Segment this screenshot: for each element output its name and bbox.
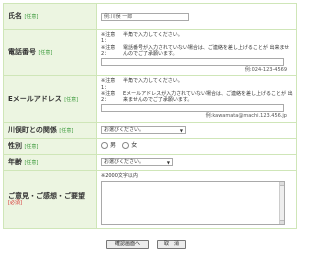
gender-optional-tag: [任意] [24,143,39,150]
age-value-cell: お選びください。 ▼ [96,153,297,171]
gender-value-cell: 男 女 [96,137,297,155]
age-optional-tag: [任意] [24,159,39,166]
dropdown-arrow-icon: ▼ [179,128,183,133]
name-input[interactable]: 例:川俣 一郎 [101,12,189,21]
phone-label: 電話番号 [8,48,36,57]
gender-male-label: 男 [110,142,117,150]
email-label: Eメールアドレス [8,94,62,103]
name-optional-tag: [任意] [24,14,39,21]
email-input[interactable] [101,104,284,113]
gender-label-cell: 性別 [任意] [3,137,97,155]
confirm-button[interactable]: 確認画面へ [106,240,149,249]
gender-label: 性別 [8,141,22,150]
scroll-up-icon[interactable] [280,181,284,186]
phone-example: 例:024-123-4569 [244,67,287,73]
name-value-cell: 例:川俣 一郎 [96,3,297,30]
relation-optional-tag: [任意] [59,127,74,134]
gender-female-radio[interactable] [122,142,130,150]
opinion-value-cell: ※2000文字以内 [96,169,297,229]
gender-male-radio[interactable] [101,142,108,150]
cancel-button[interactable]: 取 消 [157,240,186,249]
relation-select[interactable]: お選びください。 ▼ [101,126,186,134]
phone-input[interactable] [101,58,284,66]
inquiry-form: 氏名 [任意] 例:川俣 一郎 電話番号 [任意] ※注意1： 半角で入力してく… [3,3,297,229]
email-label-cell: Eメールアドレス [任意] [3,75,97,123]
phone-label-cell: 電話番号 [任意] [3,28,97,77]
opinion-textarea[interactable] [101,180,285,225]
relation-label: 川俣町との関係 [8,125,57,134]
age-selected-value: お選びください。 [104,159,145,165]
dropdown-arrow-icon: ▼ [166,160,170,165]
opinion-label: ご意見・ご感想・ご要望 [8,191,85,200]
name-label-cell: 氏名 [任意] [3,3,97,30]
opinion-hint: ※2000文字以内 [101,172,138,179]
opinion-required-tag: [必須] [8,200,22,207]
email-note-2: ※注意2： Eメールアドレスが入力されていない場合は、ご連絡を差し上げることが … [101,90,293,103]
age-select[interactable]: お選びください。 ▼ [101,158,173,166]
relation-selected-value: お選びください。 [104,127,145,133]
email-note-1: ※注意1： 半角で入力してください。 [101,78,183,91]
email-value-cell: ※注意1： 半角で入力してください。 ※注意2： Eメールアドレスが入力されてい… [96,75,297,123]
email-optional-tag: [任意] [64,96,79,103]
phone-note-1: ※注意1： 半角で入力してください。 [101,32,183,45]
phone-value-cell: ※注意1： 半角で入力してください。 ※注意2： 電話番号が入力されていない場合… [96,28,297,77]
email-example: 例:kawamata@machi.123.456.jp [205,113,287,120]
relation-label-cell: 川俣町との関係 [任意] [3,121,97,139]
phone-note-2: ※注意2： 電話番号が入力されていない場合は、ご連絡を差し上げることが 出来ませ… [101,44,290,57]
age-label: 年齢 [8,157,22,166]
opinion-label-cell: ご意見・ご感想・ご要望 [必須] [3,169,97,229]
age-label-cell: 年齢 [任意] [3,153,97,171]
phone-optional-tag: [任意] [38,50,53,57]
name-label: 氏名 [8,12,22,21]
gender-female-label: 女 [131,142,138,150]
scroll-down-icon[interactable] [280,219,284,224]
textarea-scrollbar[interactable] [279,181,284,224]
relation-value-cell: お選びください。 ▼ [96,121,297,139]
